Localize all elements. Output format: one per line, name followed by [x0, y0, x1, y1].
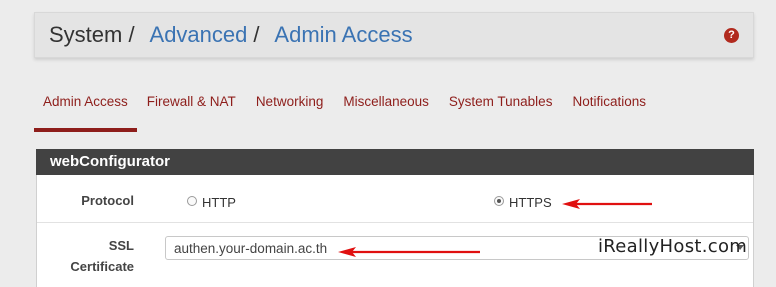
ssl-label-line1: SSL: [108, 238, 134, 253]
webconfigurator-panel: Protocol HTTP HTTPS SSL Certificate auth…: [36, 175, 754, 287]
row-divider: [37, 222, 753, 223]
breadcrumb: System / Advanced / Admin Access: [49, 22, 419, 48]
breadcrumb-admin-access-link[interactable]: Admin Access: [274, 22, 412, 47]
breadcrumb-advanced-link[interactable]: Advanced: [150, 22, 248, 47]
tab-networking[interactable]: Networking: [246, 86, 334, 128]
protocol-https-label[interactable]: HTTPS: [509, 195, 552, 210]
breadcrumb-bar: System / Advanced / Admin Access ?: [34, 12, 754, 58]
tab-notifications[interactable]: Notifications: [562, 86, 656, 128]
ssl-label-line2: Certificate: [70, 259, 134, 274]
breadcrumb-root: System: [49, 22, 123, 47]
tab-miscellaneous[interactable]: Miscellaneous: [333, 86, 439, 128]
breadcrumb-separator: /: [128, 22, 135, 47]
annotation-arrow-certificate: [338, 247, 480, 257]
tab-admin-access[interactable]: Admin Access: [34, 86, 137, 132]
protocol-https-radio[interactable]: [494, 196, 504, 206]
tab-system-tunables[interactable]: System Tunables: [439, 86, 563, 128]
tab-firewall-nat[interactable]: Firewall & NAT: [137, 86, 246, 128]
ssl-certificate-value: authen.your-domain.ac.th: [174, 241, 328, 256]
protocol-label: Protocol: [81, 193, 134, 208]
protocol-http-label[interactable]: HTTP: [202, 195, 236, 210]
panel-title: webConfigurator: [36, 149, 754, 175]
breadcrumb-separator: /: [253, 22, 260, 47]
protocol-http-radio[interactable]: [187, 196, 197, 206]
help-icon[interactable]: ?: [724, 28, 739, 43]
annotation-arrow-https: [562, 199, 652, 209]
watermark-text: iReallyHost.com: [598, 236, 748, 257]
tab-bar: Admin Access Firewall & NAT Networking M…: [34, 86, 656, 132]
